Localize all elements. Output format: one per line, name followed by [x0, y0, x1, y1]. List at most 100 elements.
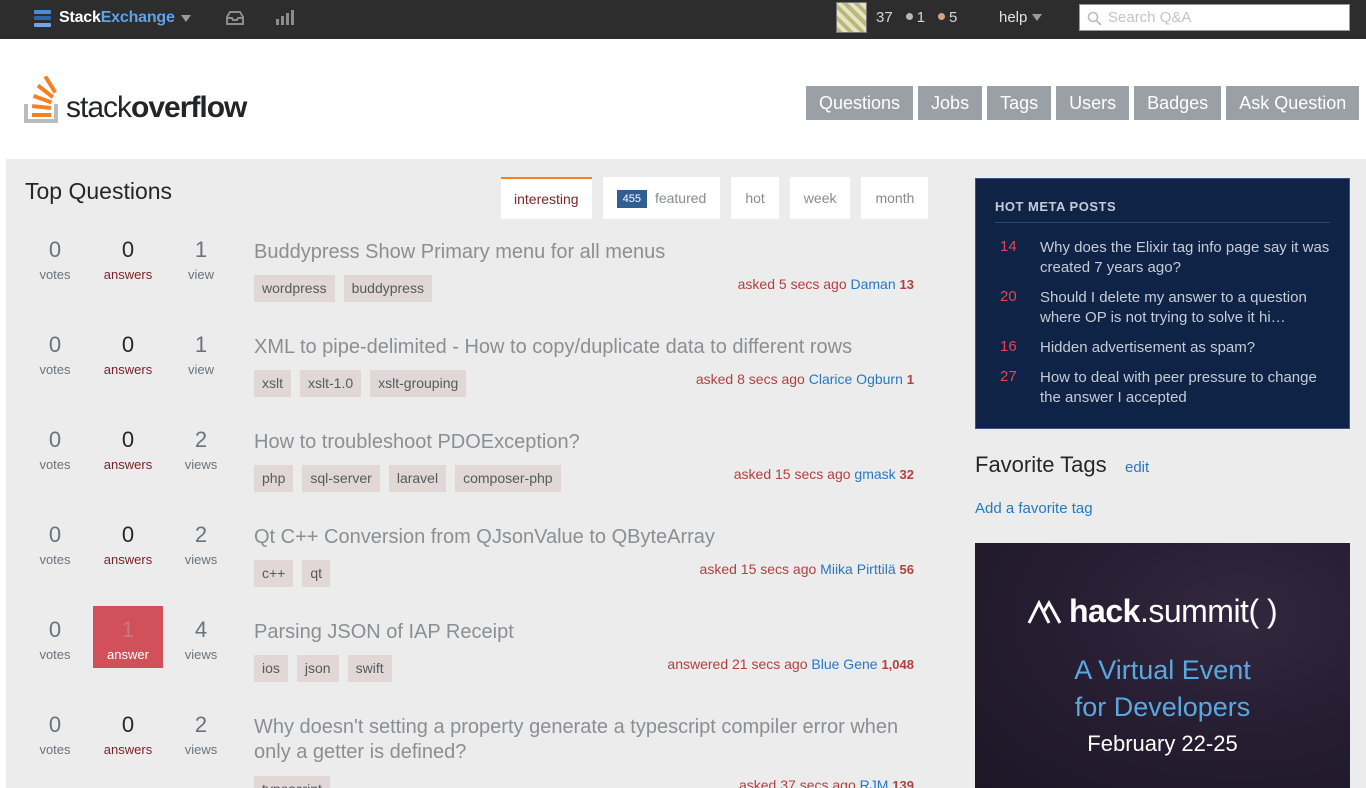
view-number: 4 [194, 617, 208, 642]
inbox-icon[interactable] [225, 10, 245, 26]
add-favorite-tag-link[interactable]: Add a favorite tag [975, 500, 1093, 517]
question-tag[interactable]: xslt [254, 370, 291, 397]
question-title-link[interactable]: How to troubleshoot PDOException? [254, 430, 914, 455]
question-tag[interactable]: xslt-grouping [370, 370, 467, 397]
user-link[interactable]: RJM [860, 777, 889, 788]
question-title-link[interactable]: Buddypress Show Primary menu for all men… [254, 240, 914, 265]
tab-featured-label: featured [654, 190, 707, 206]
view-label: views [184, 742, 218, 757]
user-link[interactable]: Blue Gene [811, 656, 877, 672]
answer-count: 0 answers [93, 237, 163, 284]
search-icon [1087, 11, 1102, 26]
answer-count: 0 answers [93, 427, 163, 474]
meta-post-link[interactable]: Why does the Elixir tag info page say it… [1040, 238, 1330, 278]
tab-week[interactable]: week [789, 177, 851, 219]
question-tag[interactable]: laravel [388, 465, 447, 492]
question-tags: php sql-server laravel composer-php [254, 465, 570, 492]
meta-post-link[interactable]: How to deal with peer pressure to change… [1040, 368, 1330, 408]
question-title-link[interactable]: Parsing JSON of IAP Receipt [254, 620, 914, 645]
stackexchange-logo-icon [34, 9, 51, 27]
question-activity: asked 8 secs ago Clarice Ogburn 1 [696, 371, 914, 387]
question-tag[interactable]: php [254, 465, 294, 492]
user-link[interactable]: Daman [851, 276, 896, 292]
hack-summit-ad[interactable]: hack.summit( ) A Virtual Event for Devel… [975, 543, 1350, 788]
tab-featured[interactable]: 455 featured [602, 177, 721, 219]
question-summary: 0 votes 0 answers 1 view XML to pipe-delimi… [6, 330, 956, 425]
achievements-icon[interactable] [275, 10, 295, 26]
meta-post-link[interactable]: Should I delete my answer to a question … [1040, 288, 1330, 328]
vote-label: votes [39, 362, 71, 377]
nav-users[interactable]: Users [1056, 86, 1130, 120]
vote-label: votes [39, 742, 71, 757]
question-tags: xslt xslt-1.0 xslt-grouping [254, 370, 475, 397]
question-tag[interactable]: ios [254, 655, 288, 682]
question-tag[interactable]: typescript [254, 776, 330, 788]
user-profile-link[interactable]: 37 1 5 [836, 1, 957, 33]
question-tag[interactable]: c++ [254, 560, 294, 587]
view-label: views [184, 552, 218, 567]
nav-jobs[interactable]: Jobs [918, 86, 983, 120]
stackexchange-menu[interactable]: StackExchange [34, 7, 191, 29]
question-activity: asked 37 secs ago RJM 139 [739, 777, 914, 788]
tab-interesting[interactable]: interesting [501, 177, 592, 219]
activity-time[interactable]: answered 21 secs ago [667, 656, 807, 672]
vote-label: votes [39, 552, 71, 567]
question-summary: 0 votes 0 answers 2 views Qt C++ Conversion… [6, 520, 956, 615]
ad-date: February 22-25 [1087, 731, 1238, 756]
ask-question-button[interactable]: Ask Question [1226, 86, 1360, 120]
nav-badges[interactable]: Badges [1134, 86, 1222, 120]
question-tag[interactable]: wordpress [254, 275, 335, 302]
vote-count: 0 votes [20, 617, 90, 664]
tab-hot[interactable]: hot [731, 177, 779, 219]
question-tag[interactable]: qt [302, 560, 331, 587]
user-link[interactable]: gmask [854, 466, 895, 482]
page-title: Top Questions [25, 178, 173, 204]
ad-headline-line2: for Developers [1074, 692, 1251, 722]
question-tag[interactable]: composer-php [455, 465, 561, 492]
question-tag[interactable]: buddypress [343, 275, 432, 302]
reputation-count: 37 [876, 8, 893, 26]
meta-post-score: 16 [1000, 338, 1017, 355]
bronze-badge-icon [938, 13, 946, 20]
question-tag[interactable]: sql-server [302, 465, 380, 492]
question-tags: wordpress buddypress [254, 275, 441, 302]
question-title-link[interactable]: XML to pipe-delimited - How to copy/dupl… [254, 335, 914, 360]
top-bar: StackExchange 37 1 5 help [0, 0, 1366, 39]
activity-time[interactable]: asked 15 secs ago [734, 466, 851, 482]
question-tag[interactable]: xslt-1.0 [300, 370, 362, 397]
vote-number: 0 [48, 332, 62, 357]
stackoverflow-logo[interactable]: stackoverflow [24, 76, 247, 123]
user-reputation: 139 [892, 778, 914, 788]
search-box[interactable] [1079, 4, 1350, 31]
view-label: view [187, 267, 214, 282]
question-summary: 0 votes 0 answers 2 views Why doesn't setti… [6, 710, 956, 788]
user-link[interactable]: Clarice Ogburn [809, 371, 903, 387]
search-input[interactable] [1108, 7, 1343, 28]
nav-questions[interactable]: Questions [806, 86, 914, 120]
silver-badge-icon [905, 13, 913, 20]
nav-tags[interactable]: Tags [987, 86, 1052, 120]
site-header: stackoverflow Questions Jobs Tags Users … [0, 39, 1366, 159]
question-title-link[interactable]: Qt C++ Conversion from QJsonValue to QBy… [254, 525, 914, 550]
answer-label: answers [103, 457, 153, 472]
answer-label: answers [103, 362, 153, 377]
avatar[interactable] [836, 1, 867, 33]
question-tag[interactable]: json [296, 655, 339, 682]
question-summary: 0 votes 1 answer 4 views Parsing JSON of IA… [6, 606, 956, 710]
activity-time[interactable]: asked 15 secs ago [700, 561, 817, 577]
help-menu[interactable]: help [999, 9, 1043, 26]
user-link[interactable]: Miika Pirttilä [820, 561, 895, 577]
answer-number: 1 [121, 617, 135, 642]
meta-post-link[interactable]: Hidden advertisement as spam? [1040, 338, 1330, 358]
activity-time[interactable]: asked 8 secs ago [696, 371, 805, 387]
activity-time[interactable]: asked 37 secs ago [739, 777, 856, 788]
activity-time[interactable]: asked 5 secs ago [738, 276, 847, 292]
answer-label: answer [107, 647, 149, 662]
chevron-down-icon [1032, 14, 1043, 21]
tab-month[interactable]: month [861, 177, 929, 219]
favorite-tags-edit-link[interactable]: edit [1125, 459, 1149, 476]
user-reputation: 13 [899, 277, 914, 292]
question-title-link[interactable]: Why doesn't setting a property generate … [254, 715, 914, 765]
question-tag[interactable]: swift [347, 655, 392, 682]
view-count: 2 views [166, 522, 236, 569]
